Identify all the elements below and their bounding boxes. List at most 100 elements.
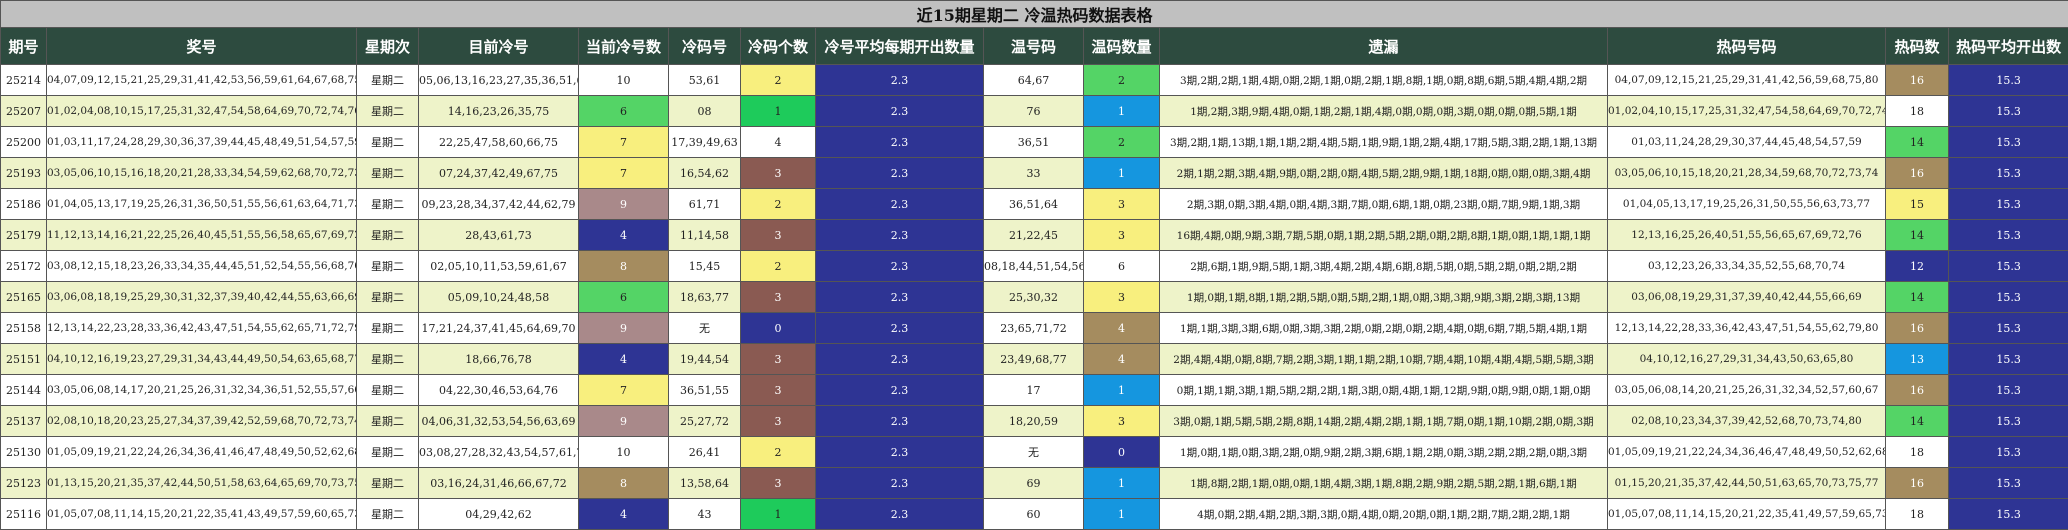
hot-num-cell: 16 [1886, 468, 1949, 499]
miss-cell: 16期,4期,0期,9期,3期,7期,5期,0期,1期,2期,5期,2期,0期,… [1160, 220, 1608, 251]
cold-code-cell: 53,61 [669, 65, 741, 96]
miss-cell: 1期,1期,3期,3期,6期,0期,3期,3期,2期,0期,2期,0期,2期,4… [1160, 313, 1608, 344]
miss-cell: 1期,0期,1期,8期,1期,2期,5期,0期,5期,2期,1期,0期,3期,3… [1160, 282, 1608, 313]
day-cell: 星期二 [357, 313, 419, 344]
hot-avg-cell: 15.3 [1949, 406, 2068, 437]
warm-num-cell: 1 [1084, 158, 1160, 189]
cold-num-cell: 2 [741, 189, 816, 220]
issue-cell: 25165 [1, 282, 47, 313]
hot-avg-cell: 15.3 [1949, 499, 2068, 530]
header-col-hot-code: 热码号码 [1608, 28, 1886, 65]
day-cell: 星期二 [357, 499, 419, 530]
hot-num-cell: 14 [1886, 406, 1949, 437]
numbers-cell: 01,04,05,13,17,19,25,26,31,36,50,51,55,5… [47, 189, 357, 220]
table-row: 2517911,12,13,14,16,21,22,25,26,40,45,51… [1, 220, 2068, 251]
hot-avg-cell: 15.3 [1949, 437, 2068, 468]
hot-num-cell: 16 [1886, 375, 1949, 406]
warm-code-cell: 23,49,68,77 [984, 344, 1084, 375]
cold-avg-cell: 2.3 [816, 313, 984, 344]
hot-num-cell: 18 [1886, 437, 1949, 468]
issue-cell: 25144 [1, 375, 47, 406]
header-col-cold-num: 冷码个数 [741, 28, 816, 65]
hot-num-cell: 13 [1886, 344, 1949, 375]
miss-cell: 2期,4期,4期,0期,8期,7期,2期,3期,1期,1期,2期,10期,7期,… [1160, 344, 1608, 375]
cold-count-cell: 7 [579, 127, 669, 158]
table-row: 2519303,05,06,10,15,16,18,20,21,28,33,34… [1, 158, 2068, 189]
cold-num-cell: 2 [741, 65, 816, 96]
table-row: 2511601,05,07,08,11,14,15,20,21,22,35,41… [1, 499, 2068, 530]
cold-num-cell: 3 [741, 468, 816, 499]
miss-cell: 4期,0期,2期,4期,2期,3期,3期,0期,4期,0期,20期,0期,1期,… [1160, 499, 1608, 530]
cold-count-cell: 8 [579, 468, 669, 499]
table-row: 2513001,05,09,19,21,22,24,26,34,36,41,46… [1, 437, 2068, 468]
cold-avg-cell: 2.3 [816, 437, 984, 468]
hot-code-cell: 01,03,11,24,28,29,30,37,44,45,48,54,57,5… [1608, 127, 1886, 158]
hot-avg-cell: 15.3 [1949, 251, 2068, 282]
cold-avg-cell: 2.3 [816, 375, 984, 406]
cold-num-cell: 0 [741, 313, 816, 344]
hot-avg-cell: 15.3 [1949, 375, 2068, 406]
warm-num-cell: 4 [1084, 313, 1160, 344]
hot-avg-cell: 15.3 [1949, 468, 2068, 499]
cold-count-cell: 4 [579, 499, 669, 530]
issue-cell: 25214 [1, 65, 47, 96]
miss-cell: 2期,3期,0期,3期,4期,0期,4期,3期,7期,0期,6期,1期,0期,2… [1160, 189, 1608, 220]
cold-avg-cell: 2.3 [816, 468, 984, 499]
cold-count-cell: 7 [579, 375, 669, 406]
day-cell: 星期二 [357, 96, 419, 127]
cold-now-cell: 03,16,24,31,46,66,67,72 [419, 468, 579, 499]
hot-avg-cell: 15.3 [1949, 313, 2068, 344]
numbers-cell: 02,08,10,18,20,23,25,27,34,37,39,42,52,5… [47, 406, 357, 437]
table-body: 2521404,07,09,12,15,21,25,29,31,41,42,53… [1, 65, 2068, 530]
header-col-numbers: 奖号 [47, 28, 357, 65]
hot-num-cell: 12 [1886, 251, 1949, 282]
cold-now-cell: 04,22,30,46,53,64,76 [419, 375, 579, 406]
hot-avg-cell: 15.3 [1949, 344, 2068, 375]
numbers-cell: 01,02,04,08,10,15,17,25,31,32,47,54,58,6… [47, 96, 357, 127]
cold-code-cell: 19,44,54 [669, 344, 741, 375]
warm-num-cell: 3 [1084, 406, 1160, 437]
day-cell: 星期二 [357, 282, 419, 313]
hot-avg-cell: 15.3 [1949, 189, 2068, 220]
issue-cell: 25186 [1, 189, 47, 220]
hot-code-cell: 02,08,10,23,34,37,39,42,52,68,70,73,74,8… [1608, 406, 1886, 437]
cold-code-cell: 08 [669, 96, 741, 127]
cold-count-cell: 9 [579, 406, 669, 437]
header-col-warm-num: 温码数量 [1084, 28, 1160, 65]
table-row: 2516503,06,08,18,19,25,29,30,31,32,37,39… [1, 282, 2068, 313]
table-row: 2518601,04,05,13,17,19,25,26,31,36,50,51… [1, 189, 2068, 220]
cold-now-cell: 22,25,47,58,60,66,75 [419, 127, 579, 158]
miss-cell: 0期,1期,1期,3期,1期,5期,2期,2期,1期,3期,0期,4期,1期,1… [1160, 375, 1608, 406]
issue-cell: 25207 [1, 96, 47, 127]
cold-count-cell: 9 [579, 313, 669, 344]
cold-avg-cell: 2.3 [816, 406, 984, 437]
miss-cell: 2期,1期,2期,3期,4期,9期,0期,2期,0期,4期,5期,2期,9期,1… [1160, 158, 1608, 189]
hot-avg-cell: 15.3 [1949, 158, 2068, 189]
table-row: 2521404,07,09,12,15,21,25,29,31,41,42,53… [1, 65, 2068, 96]
cold-code-cell: 26,41 [669, 437, 741, 468]
cold-now-cell: 04,29,42,62 [419, 499, 579, 530]
hot-code-cell: 04,07,09,12,15,21,25,29,31,41,42,56,59,6… [1608, 65, 1886, 96]
cold-now-cell: 07,24,37,42,49,67,75 [419, 158, 579, 189]
cold-num-cell: 3 [741, 282, 816, 313]
warm-code-cell: 64,67 [984, 65, 1084, 96]
warm-num-cell: 3 [1084, 189, 1160, 220]
warm-code-cell: 无 [984, 437, 1084, 468]
hot-num-cell: 16 [1886, 65, 1949, 96]
cold-avg-cell: 2.3 [816, 65, 984, 96]
table-row: 2520001,03,11,17,24,28,29,30,36,37,39,44… [1, 127, 2068, 158]
table-row: 2515812,13,14,22,23,28,33,36,42,43,47,51… [1, 313, 2068, 344]
cold-count-cell: 10 [579, 65, 669, 96]
cold-num-cell: 4 [741, 127, 816, 158]
hot-avg-cell: 15.3 [1949, 282, 2068, 313]
cold-avg-cell: 2.3 [816, 158, 984, 189]
hot-code-cell: 12,13,16,25,26,40,51,55,56,65,67,69,72,7… [1608, 220, 1886, 251]
cold-code-cell: 61,71 [669, 189, 741, 220]
warm-code-cell: 36,51,64 [984, 189, 1084, 220]
hot-num-cell: 18 [1886, 499, 1949, 530]
hot-code-cell: 12,13,14,22,28,33,36,42,43,47,51,54,55,6… [1608, 313, 1886, 344]
issue-cell: 25179 [1, 220, 47, 251]
cold-avg-cell: 2.3 [816, 499, 984, 530]
warm-code-cell: 18,20,59 [984, 406, 1084, 437]
day-cell: 星期二 [357, 189, 419, 220]
